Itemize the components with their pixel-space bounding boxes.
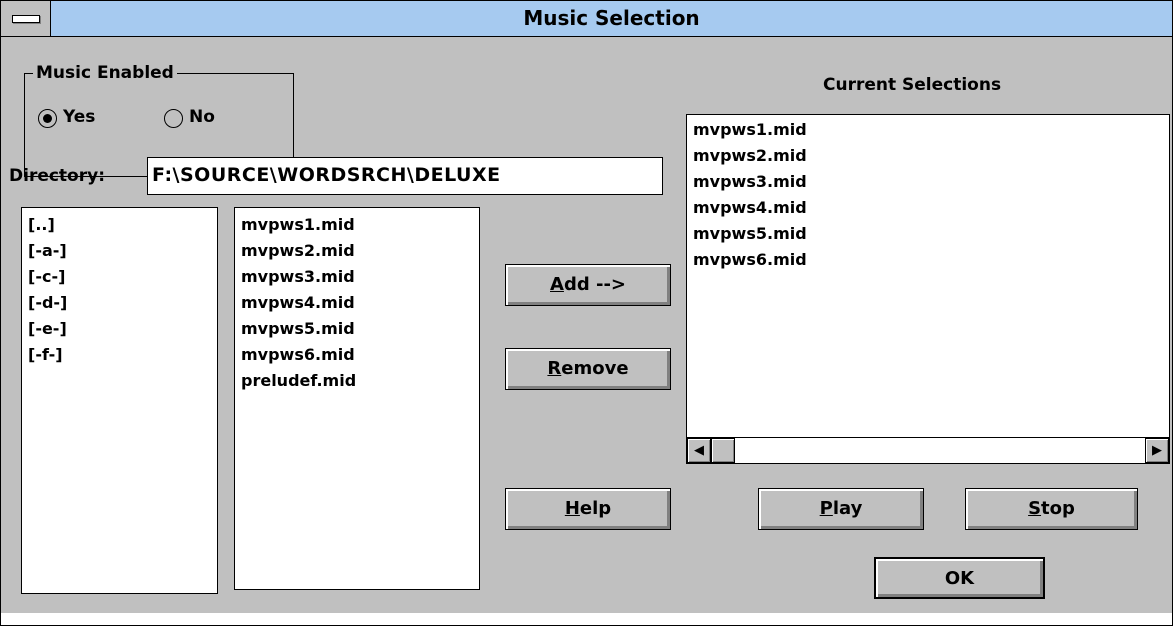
play-button-mnemonic: P (819, 498, 833, 519)
list-item[interactable]: [..] (22, 212, 217, 238)
stop-button-label: top (1041, 498, 1075, 519)
list-item[interactable]: [-e-] (22, 316, 217, 342)
directory-field[interactable]: F:\SOURCE\WORDSRCH\DELUXE (147, 157, 663, 195)
ok-button-label: OK (944, 568, 975, 589)
file-listbox[interactable]: mvpws1.mid mvpws2.mid mvpws3.mid mvpws4.… (234, 207, 480, 590)
scroll-track[interactable] (735, 438, 1145, 463)
yes-radio[interactable] (38, 109, 57, 128)
list-item[interactable]: mvpws5.mid (235, 316, 479, 342)
stop-button[interactable]: Stop (965, 488, 1138, 530)
system-menu-icon[interactable] (1, 1, 51, 36)
list-item[interactable]: [-d-] (22, 290, 217, 316)
help-button-label: elp (579, 498, 612, 519)
scroll-thumb[interactable] (711, 438, 735, 463)
list-item[interactable]: [-f-] (22, 342, 217, 368)
remove-button-mnemonic: R (547, 358, 562, 379)
play-button[interactable]: Play (758, 488, 924, 530)
add-button-mnemonic: A (550, 274, 564, 295)
list-item[interactable]: mvpws2.mid (687, 143, 1169, 169)
add-button[interactable]: Add --> (505, 264, 671, 306)
list-item[interactable]: mvpws5.mid (687, 221, 1169, 247)
current-selections-listbox[interactable]: mvpws1.mid mvpws2.mid mvpws3.mid mvpws4.… (686, 114, 1170, 438)
radio-selected-dot (43, 114, 52, 123)
arrow-left-icon[interactable]: ◀ (687, 438, 711, 463)
play-button-label: lay (832, 498, 863, 519)
list-item[interactable]: [-c-] (22, 264, 217, 290)
help-button-mnemonic: H (564, 498, 580, 519)
music-selection-dialog: Music Selection Music Enabled Yes No Dir… (0, 0, 1173, 626)
no-radio-label[interactable]: No (189, 107, 215, 127)
add-button-label: dd --> (563, 274, 626, 295)
list-item[interactable]: mvpws6.mid (235, 342, 479, 368)
music-enabled-label: Music Enabled (33, 63, 177, 83)
arrow-right-icon[interactable]: ▶ (1145, 438, 1169, 463)
remove-button[interactable]: Remove (505, 348, 671, 390)
stop-button-mnemonic: S (1028, 498, 1042, 519)
current-selections-heading: Current Selections (823, 75, 1002, 95)
list-item[interactable]: mvpws2.mid (235, 238, 479, 264)
horizontal-scrollbar[interactable]: ◀ ▶ (686, 437, 1170, 464)
directory-label: Directory: (9, 166, 105, 186)
list-item[interactable]: mvpws3.mid (235, 264, 479, 290)
directory-listbox[interactable]: [..] [-a-] [-c-] [-d-] [-e-] [-f-] (21, 207, 218, 594)
list-item[interactable]: mvpws6.mid (687, 247, 1169, 273)
list-item[interactable]: preludef.mid (235, 368, 479, 394)
list-item[interactable]: mvpws3.mid (687, 169, 1169, 195)
yes-radio-label[interactable]: Yes (63, 107, 95, 127)
list-item[interactable]: mvpws4.mid (687, 195, 1169, 221)
ok-button[interactable]: OK (874, 557, 1045, 599)
title-bar: Music Selection (1, 1, 1172, 37)
list-item[interactable]: mvpws1.mid (235, 212, 479, 238)
list-item[interactable]: [-a-] (22, 238, 217, 264)
window-title: Music Selection (523, 6, 700, 30)
remove-button-label: emove (561, 358, 629, 379)
help-button[interactable]: Help (505, 488, 671, 530)
list-item[interactable]: mvpws4.mid (235, 290, 479, 316)
no-radio[interactable] (164, 109, 183, 128)
list-item[interactable]: mvpws1.mid (687, 117, 1169, 143)
bottom-strip (1, 613, 1172, 625)
